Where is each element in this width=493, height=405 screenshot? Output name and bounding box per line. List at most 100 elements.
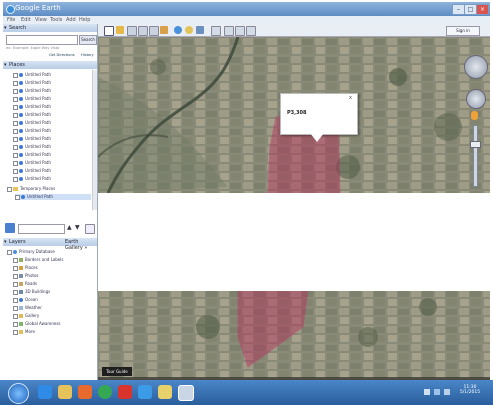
- checkbox[interactable]: [13, 112, 18, 118]
- street-view-pegman-icon[interactable]: [471, 111, 478, 120]
- list-item[interactable]: Untitled Path: [13, 136, 51, 142]
- checkbox[interactable]: [13, 305, 18, 311]
- checkbox[interactable]: [13, 144, 18, 150]
- checkbox[interactable]: [13, 128, 18, 134]
- save-image-button[interactable]: [246, 26, 256, 36]
- list-item[interactable]: More: [13, 329, 35, 335]
- google-earth-taskbar-icon[interactable]: [178, 385, 194, 401]
- search-input[interactable]: [6, 35, 78, 45]
- app-icon[interactable]: [158, 385, 172, 399]
- list-item[interactable]: Untitled Path: [13, 168, 51, 174]
- close-button[interactable]: ×: [476, 4, 489, 15]
- checkbox[interactable]: [13, 168, 18, 174]
- checkbox[interactable]: [7, 249, 12, 255]
- list-item[interactable]: Untitled Path: [13, 104, 51, 110]
- checkbox[interactable]: [13, 152, 18, 158]
- checkbox[interactable]: [13, 313, 18, 319]
- list-item[interactable]: Untitled Path: [13, 96, 51, 102]
- checkbox[interactable]: [13, 265, 18, 271]
- collapse-triangle-icon[interactable]: ▾: [4, 25, 7, 31]
- checkbox[interactable]: [13, 136, 18, 142]
- list-item[interactable]: Borders and Labels: [13, 257, 63, 263]
- list-item[interactable]: Untitled Path: [15, 194, 91, 200]
- ie-icon[interactable]: [38, 385, 52, 399]
- list-item[interactable]: Primary Database: [7, 249, 55, 255]
- add-polygon-button[interactable]: [127, 26, 137, 36]
- list-item[interactable]: Untitled Path: [13, 112, 51, 118]
- menu-file[interactable]: File: [7, 17, 15, 23]
- checkbox[interactable]: [13, 96, 18, 102]
- checkbox[interactable]: [13, 176, 18, 182]
- media-player-icon[interactable]: [78, 385, 92, 399]
- temporary-places-folder[interactable]: Temporary Places: [7, 186, 55, 192]
- add-path-button[interactable]: [138, 26, 148, 36]
- tour-guide-button[interactable]: Tour Guide: [102, 367, 132, 376]
- places-filter-input[interactable]: [18, 224, 65, 234]
- list-item[interactable]: Places: [13, 265, 38, 271]
- checkbox[interactable]: [13, 273, 18, 279]
- checkbox[interactable]: [7, 186, 12, 192]
- checkbox[interactable]: [13, 72, 18, 78]
- checkbox[interactable]: [15, 194, 20, 200]
- layers-toggle-icon[interactable]: [85, 224, 95, 234]
- app-icon[interactable]: [118, 385, 132, 399]
- search-panel-header[interactable]: ▾ Search: [3, 24, 97, 32]
- list-item[interactable]: Untitled Path: [13, 88, 51, 94]
- search-places-button[interactable]: [5, 223, 15, 233]
- list-item[interactable]: Untitled Path: [13, 144, 51, 150]
- menu-view[interactable]: View: [35, 17, 47, 23]
- checkbox[interactable]: [13, 281, 18, 287]
- clock[interactable]: 11:30 5/1/2015: [458, 385, 482, 395]
- add-overlay-button[interactable]: [149, 26, 159, 36]
- checkbox[interactable]: [13, 120, 18, 126]
- list-item[interactable]: Untitled Path: [13, 152, 51, 158]
- list-item[interactable]: Photos: [13, 273, 39, 279]
- add-placemark-button[interactable]: [116, 26, 124, 34]
- email-button[interactable]: [224, 26, 234, 36]
- print-button[interactable]: [235, 26, 245, 36]
- get-directions-link[interactable]: Get Directions: [49, 53, 75, 57]
- record-tour-button[interactable]: [160, 26, 168, 34]
- checkbox[interactable]: [13, 289, 18, 295]
- historical-imagery-button[interactable]: [174, 26, 182, 34]
- list-item[interactable]: Gallery: [13, 313, 39, 319]
- list-item[interactable]: Untitled Path: [13, 128, 51, 134]
- layers-panel-header[interactable]: ▾ Layers Earth Gallery »: [3, 238, 97, 251]
- list-item[interactable]: 3D Buildings: [13, 289, 50, 295]
- app-icon[interactable]: [138, 385, 152, 399]
- switch-planet-button[interactable]: [196, 26, 204, 34]
- balloon-close-icon[interactable]: x: [349, 95, 352, 101]
- list-item[interactable]: Untitled Path: [13, 80, 51, 86]
- checkbox[interactable]: [13, 80, 18, 86]
- zoom-slider[interactable]: [473, 125, 478, 187]
- list-item[interactable]: Global Awareness: [13, 321, 61, 327]
- move-joystick-icon[interactable]: [466, 89, 486, 109]
- menu-tools[interactable]: Tools: [50, 17, 62, 23]
- list-item[interactable]: Untitled Path: [13, 160, 51, 166]
- list-item[interactable]: Weather: [13, 305, 42, 311]
- menu-help[interactable]: Help: [79, 17, 90, 23]
- down-arrow-icon[interactable]: ▼: [75, 224, 80, 231]
- volume-icon[interactable]: [444, 389, 450, 395]
- checkbox[interactable]: [13, 257, 18, 263]
- network-icon[interactable]: [434, 389, 440, 395]
- start-button-icon[interactable]: [8, 383, 29, 404]
- menu-add[interactable]: Add: [66, 17, 76, 23]
- hide-sidebar-button[interactable]: [104, 26, 114, 36]
- checkbox[interactable]: [13, 329, 18, 335]
- explorer-icon[interactable]: [58, 385, 72, 399]
- sign-in-button[interactable]: Sign in: [446, 26, 480, 36]
- checkbox[interactable]: [13, 160, 18, 166]
- list-item[interactable]: Untitled Path: [13, 120, 51, 126]
- menu-edit[interactable]: Edit: [21, 17, 31, 23]
- checkbox[interactable]: [13, 321, 18, 327]
- list-item[interactable]: Untitled Path: [13, 72, 51, 78]
- up-arrow-icon[interactable]: ▲: [67, 224, 72, 231]
- chrome-icon[interactable]: [98, 385, 112, 399]
- search-button[interactable]: Search: [79, 35, 97, 45]
- history-link[interactable]: History: [81, 53, 94, 57]
- collapse-triangle-icon[interactable]: ▾: [4, 239, 7, 245]
- zoom-slider-handle[interactable]: [470, 141, 481, 148]
- collapse-triangle-icon[interactable]: ▾: [4, 62, 7, 68]
- ruler-button[interactable]: [211, 26, 221, 36]
